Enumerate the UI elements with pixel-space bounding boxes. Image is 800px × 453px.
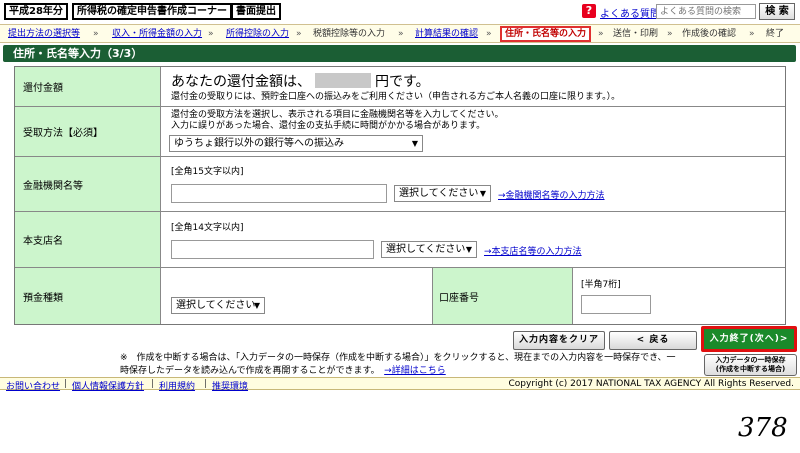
account-number-input[interactable] xyxy=(581,295,651,314)
corner-title: 所得税の確定申告書作成コーナー xyxy=(72,3,232,20)
bank-name-input[interactable] xyxy=(171,184,387,203)
refund-amount-label: 還付金額 xyxy=(15,67,161,106)
branch-name-label: 本支店名 xyxy=(15,212,161,267)
footer-environment-link[interactable]: 推奨環境 xyxy=(212,379,248,392)
step-separator: » xyxy=(667,29,673,39)
step-separator: » xyxy=(486,29,492,39)
section-title: 住所・氏名等入力（3/3） xyxy=(3,45,796,62)
faq-link[interactable]: よくある質問 xyxy=(600,5,660,20)
receipt-method-label: 受取方法【必須】 xyxy=(15,107,161,156)
deposit-type-select[interactable]: 選択してください ▼ xyxy=(171,297,265,314)
faq-search-input[interactable] xyxy=(656,4,756,19)
deposit-type-label: 預金種類 xyxy=(15,268,161,324)
refund-note: 還付金の受取りには、預貯金口座への振込みをご利用ください（申告される方ご本人名義… xyxy=(171,92,621,102)
detail-link[interactable]: →詳細はこちら xyxy=(384,366,446,376)
step-send-print: 送信・印刷 xyxy=(613,29,659,39)
branch-input-help-link[interactable]: →本支店名等の入力方法 xyxy=(484,244,582,257)
step-separator: » xyxy=(208,29,214,39)
footer-terms-link[interactable]: 利用規約 xyxy=(159,379,195,392)
chevron-down-icon: ▼ xyxy=(465,245,472,254)
interrupt-note: ※ 作成を中断する場合は、「入力データの一時保存（作成を中断する場合）」をクリッ… xyxy=(120,353,676,376)
finish-input-next-button[interactable]: 入力終了(次へ)> xyxy=(701,326,797,352)
account-number-hint: [半角7桁] xyxy=(581,280,621,290)
search-button[interactable]: 検 索 xyxy=(759,3,795,20)
branch-name-hint: [全角14文字以内] xyxy=(171,223,244,233)
bank-name-label: 金融機関名等 xyxy=(15,157,161,211)
receipt-method-select[interactable]: ゆうちょ銀行以外の銀行等への振込み ▼ xyxy=(169,135,423,152)
year-label: 平成28年分 xyxy=(4,3,68,20)
step-income-input[interactable]: 収入・所得金額の入力 xyxy=(112,28,202,40)
step-post-check: 作成後の確認 xyxy=(682,29,737,39)
step-separator: » xyxy=(398,29,404,39)
receipt-method-row: 受取方法【必須】 還付金の受取方法を選択し、表示される項目に金融機関名等を入力し… xyxy=(15,107,785,157)
step-separator: » xyxy=(93,29,99,39)
top-header: 平成28年分 所得税の確定申告書作成コーナー 書面提出 ? よくある質問 検 索 xyxy=(0,0,800,24)
page-number: 378 xyxy=(738,413,788,443)
step-finish: 終了 xyxy=(766,29,785,39)
step-tax-credit-input: 税額控除等の入力 xyxy=(313,29,386,39)
progress-steps: 提出方法の選択等 » 収入・所得金額の入力 » 所得控除の入力 » 税額控除等の… xyxy=(0,24,800,43)
refund-form: 還付金額 あなたの還付金額は、 円です。 還付金の受取りには、預貯金口座への振込み… xyxy=(14,66,786,325)
bank-name-row: 金融機関名等 [全角15文字以内] 選択してください ▼ →金融機関名等の入力方法 xyxy=(15,157,785,212)
step-separator: » xyxy=(749,29,755,39)
bank-select[interactable]: 選択してください ▼ xyxy=(394,185,491,202)
method-note-2: 入力に誤りがあった場合、還付金の支払手続に時間がかかる場合があります。 xyxy=(171,121,486,131)
step-deduction-input[interactable]: 所得控除の入力 xyxy=(226,28,289,40)
step-submission-method[interactable]: 提出方法の選択等 xyxy=(8,28,80,40)
branch-select[interactable]: 選択してください ▼ xyxy=(381,241,477,258)
step-separator: » xyxy=(598,29,604,39)
chevron-down-icon: ▼ xyxy=(411,139,418,148)
footer-contact-link[interactable]: お問い合わせ xyxy=(6,379,60,392)
step-separator: » xyxy=(296,29,302,39)
branch-name-row: 本支店名 [全角14文字以内] 選択してください ▼ →本支店名等の入力方法 xyxy=(15,212,785,268)
help-icon[interactable]: ? xyxy=(582,4,596,18)
submission-mode: 書面提出 xyxy=(231,3,281,20)
chevron-down-icon: ▼ xyxy=(253,301,260,310)
account-number-label: 口座番号 xyxy=(432,268,573,324)
branch-name-input[interactable] xyxy=(171,240,374,259)
footer-privacy-link[interactable]: 個人情報保護方針 xyxy=(72,379,144,392)
bank-name-hint: [全角15文字以内] xyxy=(171,167,244,177)
refund-amount-text: あなたの還付金額は、 円です。 xyxy=(171,73,430,90)
clear-input-button[interactable]: 入力内容をクリア xyxy=(513,331,605,350)
step-result-check[interactable]: 計算結果の確認 xyxy=(415,28,478,40)
chevron-down-icon: ▼ xyxy=(479,189,486,198)
temp-save-button[interactable]: 入力データの一時保存 (作成を中断する場合) xyxy=(704,354,797,376)
masked-amount xyxy=(315,73,371,88)
back-button[interactable]: < 戻る xyxy=(609,331,697,350)
footer: お問い合わせ | 個人情報保護方針 | 利用規約 | 推奨環境 Copyrigh… xyxy=(0,377,800,392)
bank-input-help-link[interactable]: →金融機関名等の入力方法 xyxy=(498,188,605,201)
deposit-row: 預金種類 選択してください ▼ 口座番号 [半角7桁] xyxy=(15,268,785,324)
refund-amount-row: 還付金額 あなたの還付金額は、 円です。 還付金の受取りには、預貯金口座への振込み… xyxy=(15,67,785,107)
step-address-name-input: 住所・氏名等の入力 xyxy=(500,26,592,42)
method-note-1: 還付金の受取方法を選択し、表示される項目に金融機関名等を入力してください。 xyxy=(171,110,504,120)
copyright-text: Copyright (c) 2017 NATIONAL TAX AGENCY A… xyxy=(508,379,795,389)
